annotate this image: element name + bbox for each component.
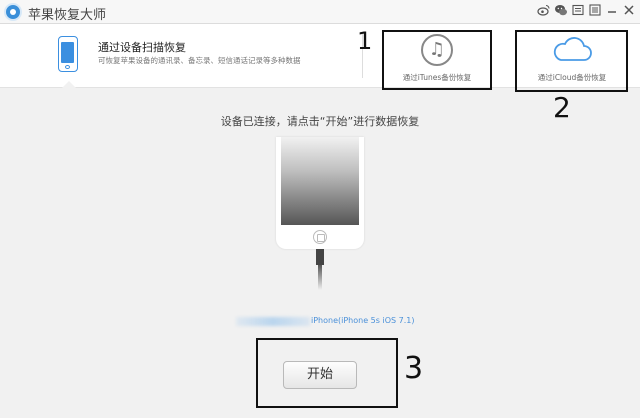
weibo-icon[interactable] xyxy=(537,3,551,19)
window-controls xyxy=(537,3,636,19)
cable xyxy=(318,265,322,290)
device-scan-mode-tab[interactable]: 通过设备扫描恢复 可恢复苹果设备的通讯录、备忘录、短信通话记录等多种数据 xyxy=(0,24,362,88)
annotation-number-3: 3 xyxy=(404,351,424,386)
annotation-number-2: 2 xyxy=(553,91,571,124)
lightning-connector xyxy=(316,249,324,265)
device-scan-description: 可恢复苹果设备的通讯录、备忘录、短信通话记录等多种数据 xyxy=(98,56,301,65)
app-title: 苹果恢复大师 xyxy=(28,8,107,23)
annotation-box-1 xyxy=(382,30,492,90)
connection-instruction: 设备已连接，请点击“开始”进行数据恢复 xyxy=(220,115,420,128)
phone-screen xyxy=(281,137,359,225)
wechat-icon[interactable] xyxy=(554,3,568,19)
menu-icon[interactable] xyxy=(588,3,602,19)
device-info: iPhone(iPhone 5s iOS 7.1) xyxy=(236,316,476,328)
annotation-number-1: 1 xyxy=(357,27,373,55)
minimize-icon[interactable] xyxy=(605,3,619,19)
title-bar: 苹果恢复大师 xyxy=(0,0,640,24)
connected-iphone-illustration xyxy=(276,137,364,249)
iphone-icon xyxy=(58,36,78,72)
home-button-icon xyxy=(313,230,327,244)
annotation-box-3 xyxy=(256,338,398,408)
redacted-device-name xyxy=(236,317,310,326)
app-logo-icon xyxy=(4,3,22,21)
device-scan-title: 通过设备扫描恢复 xyxy=(98,41,186,54)
feedback-icon[interactable] xyxy=(571,3,585,19)
annotation-box-2 xyxy=(515,30,628,92)
device-model: iPhone(iPhone 5s iOS 7.1) xyxy=(311,316,415,325)
active-mode-pointer xyxy=(62,81,76,88)
close-icon[interactable] xyxy=(622,3,636,19)
